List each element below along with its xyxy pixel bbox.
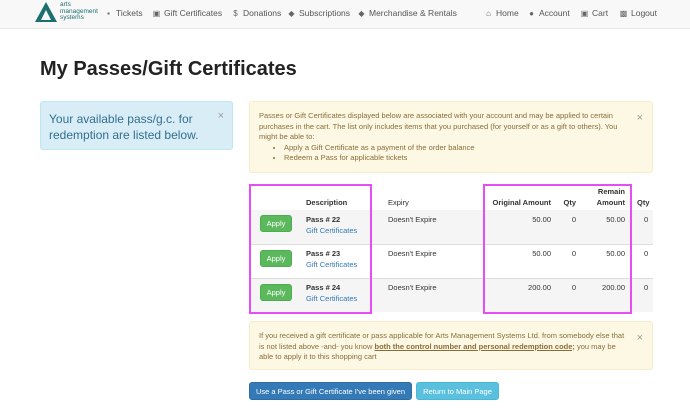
close-icon[interactable]: × <box>637 113 643 124</box>
warning-list: Apply a Gift Certificate as a payment of… <box>259 143 628 164</box>
top-navbar: arts management systems ▪ Tickets ▣ Gift C… <box>0 0 690 29</box>
dollar-icon: $ <box>233 8 238 18</box>
home-icon: ⌂ <box>486 8 491 18</box>
nav-donations[interactable]: $ Donations <box>231 8 281 18</box>
warning-bullet: Apply a Gift Certificate as a payment of… <box>284 143 628 154</box>
brand-wordmark: arts management systems <box>60 1 98 21</box>
nav-logout[interactable]: ▩ Logout <box>619 8 657 18</box>
tags-icon: ◆ <box>358 8 365 18</box>
pass-expiry: Doesn't Expire <box>388 283 437 292</box>
ticket-icon: ▪ <box>107 8 110 18</box>
cart-icon: ▣ <box>580 8 589 18</box>
highlight-box-amounts <box>483 184 632 314</box>
pass-expiry: Doesn't Expire <box>388 249 437 258</box>
return-main-button[interactable]: Return to Main Page <box>416 382 499 400</box>
col-header-expiry: Expiry <box>388 198 409 207</box>
passes-info-warning: Passes or Gift Certificates displayed be… <box>249 101 653 173</box>
col-header-qty-2: Qty <box>637 198 650 207</box>
page-title: My Passes/Gift Certificates <box>40 58 297 80</box>
close-icon[interactable]: × <box>218 111 224 122</box>
lock-icon: ▩ <box>619 8 628 18</box>
nav-merchandise[interactable]: ◆ Merchandise & Rentals <box>357 8 456 18</box>
nav-subscriptions[interactable]: ◆ Subscriptions <box>287 8 350 18</box>
nav-account[interactable]: ● Account <box>527 8 570 18</box>
nav-gift-certificates[interactable]: ▣ Gift Certificates <box>152 8 222 18</box>
warning-text: Passes or Gift Certificates displayed be… <box>259 111 618 141</box>
logo-mark-icon <box>35 2 57 22</box>
warning-text-emphasis: both the control number and personal red… <box>374 341 575 351</box>
highlight-box-description <box>249 184 372 314</box>
gift-icon: ▣ <box>152 8 161 18</box>
nav-home[interactable]: ⌂ Home <box>484 8 519 18</box>
user-icon: ● <box>529 8 534 18</box>
nav-tickets[interactable]: ▪ Tickets <box>104 8 143 18</box>
qty-2: 0 <box>644 283 649 292</box>
info-alert: Your available pass/g.c. for redemption … <box>40 101 233 150</box>
qty-2: 0 <box>644 249 649 258</box>
qty-2: 0 <box>644 215 649 224</box>
use-pass-button[interactable]: Use a Pass or Gift Certificate I've been… <box>249 382 412 400</box>
pass-expiry: Doesn't Expire <box>388 215 437 224</box>
nav-cart[interactable]: ▣ Cart <box>580 8 608 18</box>
close-icon[interactable]: × <box>637 333 643 344</box>
redeem-info-warning: If you received a gift certificate or pa… <box>249 321 653 370</box>
info-alert-text: Your available pass/g.c. for redemption … <box>49 112 199 142</box>
warning-bullet: Redeem a Pass for applicable tickets <box>284 153 628 164</box>
tag-icon: ◆ <box>288 8 295 18</box>
